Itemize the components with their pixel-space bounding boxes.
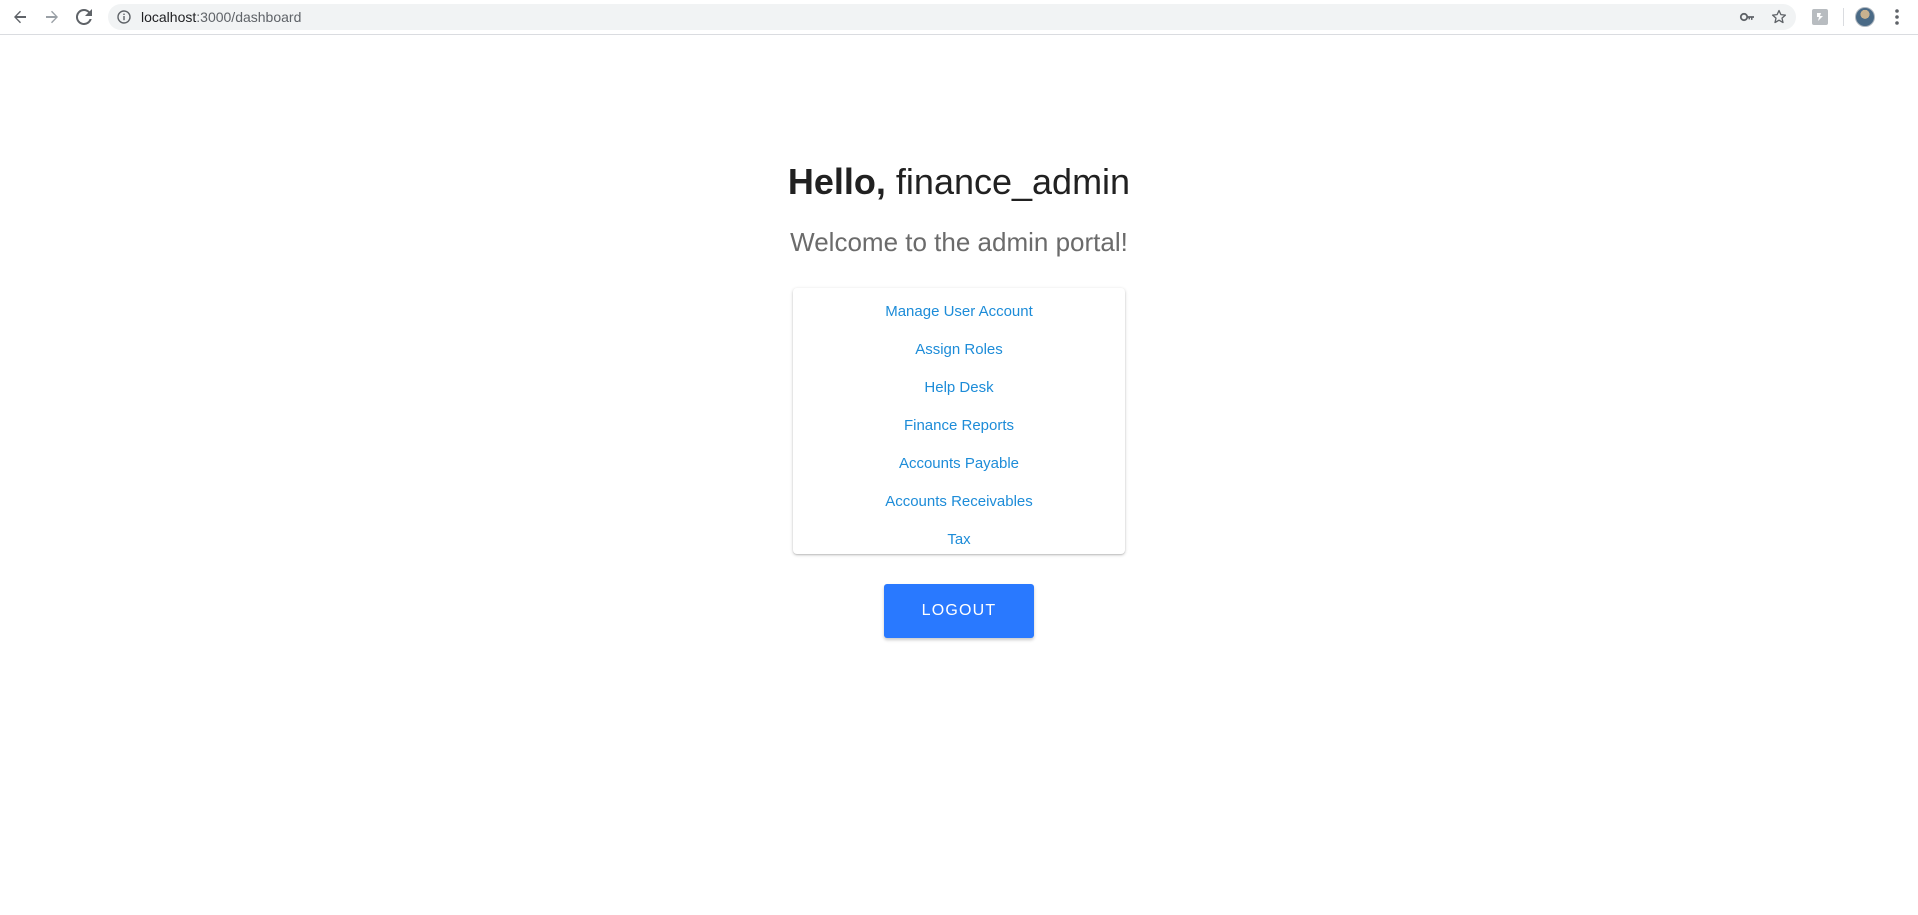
forward-button[interactable] [40, 5, 64, 29]
key-icon[interactable] [1739, 9, 1755, 25]
url-host: localhost [141, 9, 197, 25]
profile-avatar[interactable] [1855, 7, 1875, 27]
url-path: :3000/dashboard [196, 9, 302, 25]
extension-icon[interactable] [1811, 8, 1829, 26]
reload-icon [76, 9, 92, 25]
browser-toolbar: localhost:3000/dashboard [0, 0, 1918, 35]
info-icon[interactable] [116, 9, 132, 25]
menu-link-finance-reports[interactable]: Finance Reports [793, 407, 1125, 445]
menu-link-help-desk[interactable]: Help Desk [793, 369, 1125, 407]
star-icon[interactable] [1771, 9, 1787, 25]
greeting-username: finance_admin [895, 161, 1131, 202]
menu-link-accounts-receivables[interactable]: Accounts Receivables [793, 483, 1125, 521]
back-button[interactable] [8, 5, 32, 29]
menu-link-tax[interactable]: Tax [793, 521, 1125, 559]
welcome-message: Welcome to the admin portal! [790, 227, 1128, 257]
greeting-heading: Hello, finance_admin [0, 160, 1918, 204]
menu-link-accounts-payable[interactable]: Accounts Payable [793, 445, 1125, 483]
logout-button[interactable]: LOGOUT [884, 584, 1034, 638]
greeting-hello: Hello, [787, 161, 886, 202]
toolbar-separator [1843, 8, 1844, 26]
kebab-menu-icon[interactable] [1887, 6, 1907, 28]
menu-link-manage-user-account[interactable]: Manage User Account [793, 293, 1125, 331]
arrow-right-icon [46, 10, 58, 24]
arrow-left-icon [14, 10, 26, 24]
address-bar[interactable]: localhost:3000/dashboard [108, 4, 1796, 30]
admin-menu-card: Manage User Account Assign Roles Help De… [793, 288, 1125, 554]
reload-button[interactable] [72, 5, 96, 29]
menu-link-assign-roles[interactable]: Assign Roles [793, 331, 1125, 369]
url-text[interactable]: localhost:3000/dashboard [141, 4, 301, 30]
